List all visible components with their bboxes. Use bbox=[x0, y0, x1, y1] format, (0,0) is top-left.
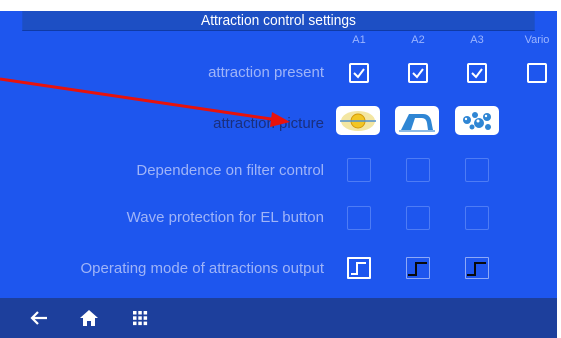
checkbox-attraction-present-a1[interactable] bbox=[349, 63, 369, 83]
settings-screen: Attraction control settings A1 A2 A3 Var… bbox=[0, 11, 557, 338]
checkbox-wave-protection-a1[interactable] bbox=[347, 206, 371, 230]
row-label-operating-mode: Operating mode of attractions output bbox=[80, 260, 324, 277]
check-icon bbox=[353, 68, 365, 79]
menu-button[interactable] bbox=[128, 306, 152, 330]
column-header-a2: A2 bbox=[411, 34, 425, 46]
checkbox-wave-protection-a2[interactable] bbox=[406, 206, 430, 230]
picture-button-a2[interactable] bbox=[395, 106, 439, 135]
lamp-light-icon bbox=[340, 111, 376, 131]
grid-menu-icon bbox=[133, 311, 148, 326]
mode-button-a2[interactable] bbox=[406, 257, 430, 279]
pulse-step-icon bbox=[351, 262, 366, 275]
checkbox-wave-protection-a3[interactable] bbox=[465, 206, 489, 230]
row-label-attraction-present: attraction present bbox=[208, 64, 324, 81]
back-button[interactable] bbox=[27, 306, 51, 330]
mode-button-a3[interactable] bbox=[465, 257, 489, 279]
checkbox-filter-dependence-a2[interactable] bbox=[406, 158, 430, 182]
column-header-a1: A1 bbox=[352, 34, 366, 46]
column-header-a3: A3 bbox=[470, 34, 484, 46]
page-title: Attraction control settings bbox=[22, 11, 535, 31]
picture-button-a1[interactable] bbox=[336, 106, 380, 135]
bottom-navigation-bar bbox=[0, 298, 557, 338]
back-icon bbox=[30, 311, 47, 325]
column-header-vario: Vario bbox=[524, 34, 550, 46]
row-label-wave-protection: Wave protection for EL button bbox=[126, 209, 324, 226]
checkbox-attraction-present-vario[interactable] bbox=[527, 63, 547, 83]
water-fall-icon bbox=[399, 114, 435, 132]
picture-button-a3[interactable] bbox=[455, 106, 499, 135]
row-label-dependence-filter: Dependence on filter control bbox=[136, 162, 324, 179]
checkbox-filter-dependence-a1[interactable] bbox=[347, 158, 371, 182]
air-bubbles-icon bbox=[463, 112, 491, 130]
home-icon bbox=[80, 310, 98, 326]
checkbox-attraction-present-a2[interactable] bbox=[408, 63, 428, 83]
checkbox-attraction-present-a3[interactable] bbox=[467, 63, 487, 83]
home-button[interactable] bbox=[77, 306, 101, 330]
row-label-attraction-picture: attraction picture bbox=[213, 115, 324, 132]
check-icon bbox=[412, 68, 424, 79]
mode-button-a1[interactable] bbox=[347, 257, 371, 279]
pulse-step-icon bbox=[408, 262, 427, 276]
pulse-step-icon bbox=[467, 262, 486, 276]
check-icon bbox=[471, 68, 483, 79]
checkbox-filter-dependence-a3[interactable] bbox=[465, 158, 489, 182]
